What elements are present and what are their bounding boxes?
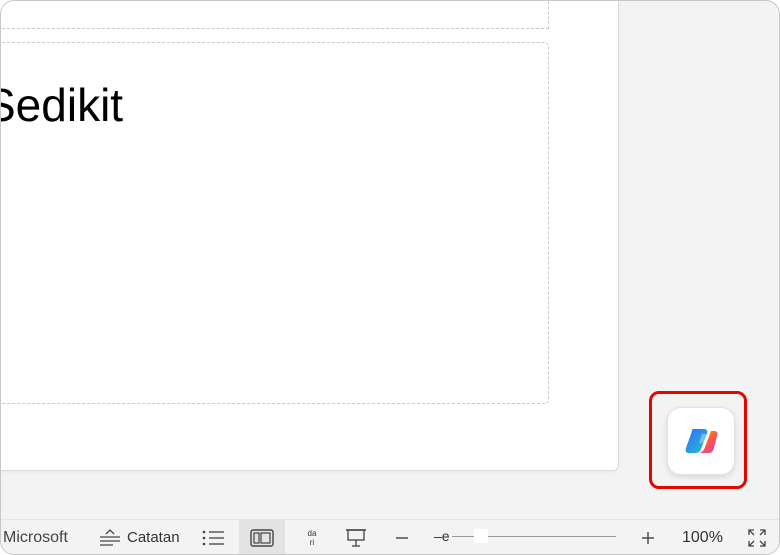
fit-window-icon xyxy=(748,528,766,547)
zoom-slider-thumb[interactable] xyxy=(474,529,488,543)
status-bar: Microsoft Catatan da ri –e 100% xyxy=(1,519,779,554)
content-placeholder[interactable]: Sedikit xyxy=(1,42,549,404)
title-placeholder[interactable]: a title xyxy=(1,1,549,29)
slide-canvas[interactable]: a title Sedikit xyxy=(1,1,619,471)
slide-body-text: Sedikit xyxy=(1,79,124,131)
app-window: a title Sedikit Micros xyxy=(0,0,780,555)
zoom-in-button[interactable] xyxy=(641,520,655,554)
presentation-icon xyxy=(346,528,366,547)
copilot-icon xyxy=(685,429,718,453)
notes-button[interactable]: Catatan xyxy=(99,520,180,554)
notes-label: Catatan xyxy=(127,529,180,546)
sorter-label-top: da xyxy=(307,528,317,538)
normal-view-icon xyxy=(250,528,274,547)
minus-icon xyxy=(396,536,408,539)
brand-label: Microsoft xyxy=(3,528,68,546)
normal-view-button[interactable] xyxy=(239,520,285,554)
zoom-slider[interactable]: –e xyxy=(434,520,618,554)
zoom-level[interactable]: 100% xyxy=(682,520,723,554)
copilot-button[interactable] xyxy=(667,407,735,475)
notes-icon xyxy=(100,528,120,546)
plus-icon xyxy=(642,531,654,544)
outline-view-button[interactable] xyxy=(201,520,225,554)
zoom-slider-track[interactable] xyxy=(444,536,616,537)
fit-to-window-button[interactable] xyxy=(747,520,767,554)
sorter-label-bottom: ri xyxy=(309,537,315,547)
zoom-slider-label: –e xyxy=(434,528,452,544)
zoom-out-button[interactable] xyxy=(395,520,409,554)
list-icon xyxy=(202,530,224,545)
slide-title: a title xyxy=(1,1,195,18)
slide-sorter-button[interactable]: da ri xyxy=(301,520,323,554)
slideshow-button[interactable] xyxy=(345,520,367,554)
